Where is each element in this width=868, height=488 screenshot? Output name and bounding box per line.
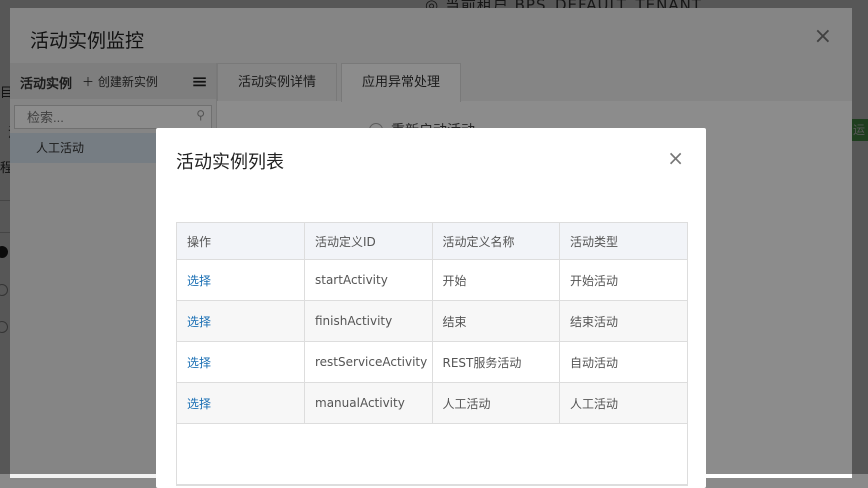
activity-instance-list-modal: 活动实例列表 × 操作 活动定义ID 活动定义名称 活动类型 选择 startA… <box>156 128 706 488</box>
cell-activity-name: 开始 <box>432 259 560 301</box>
table-header-row: 操作 活动定义ID 活动定义名称 活动类型 <box>177 223 687 260</box>
table-row: 选择 restServiceActivity REST服务活动 自动活动 <box>177 341 687 383</box>
column-header: 活动定义名称 <box>432 223 560 260</box>
select-link[interactable]: 选择 <box>187 315 211 329</box>
close-icon[interactable]: × <box>667 146 684 170</box>
table-row: 选择 startActivity 开始 开始活动 <box>177 259 687 301</box>
select-link[interactable]: 选择 <box>187 397 211 411</box>
cell-activity-id: manualActivity <box>304 382 433 424</box>
table-row: 选择 finishActivity 结束 结束活动 <box>177 300 687 342</box>
cell-activity-name: REST服务活动 <box>432 341 560 383</box>
modal-title: 活动实例列表 <box>176 152 284 173</box>
cell-activity-name: 人工活动 <box>432 382 560 424</box>
select-link[interactable]: 选择 <box>187 356 211 370</box>
cell-activity-name: 结束 <box>432 300 560 342</box>
column-header: 操作 <box>177 223 305 260</box>
column-header: 活动类型 <box>559 223 687 260</box>
activity-table: 操作 活动定义ID 活动定义名称 活动类型 选择 startActivity 开… <box>176 222 688 486</box>
select-link[interactable]: 选择 <box>187 274 211 288</box>
cell-activity-id: finishActivity <box>304 300 433 342</box>
cell-activity-id: startActivity <box>304 259 433 301</box>
cell-activity-type: 自动活动 <box>559 341 687 383</box>
cell-activity-id: restServiceActivity <box>304 341 433 383</box>
cell-activity-type: 人工活动 <box>559 382 687 424</box>
cell-activity-type: 结束活动 <box>559 300 687 342</box>
column-header: 活动定义ID <box>304 223 433 260</box>
table-row: 选择 manualActivity 人工活动 人工活动 <box>177 382 687 424</box>
empty-row <box>177 423 687 485</box>
cell-activity-type: 开始活动 <box>559 259 687 301</box>
